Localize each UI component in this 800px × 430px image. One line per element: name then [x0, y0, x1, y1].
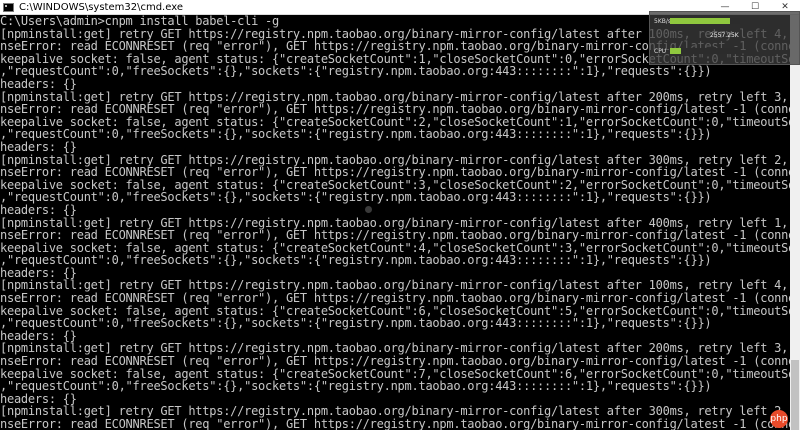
network-monitor-widget[interactable]: 5KB/s 2557.25K CPU [649, 11, 800, 65]
console-line: ,"requestCount":0,"freeSockets":{},"sock… [0, 379, 712, 394]
console-line: headers: {} [0, 202, 77, 217]
vertical-scrollbar[interactable] [790, 15, 800, 430]
scrollbar-thumb[interactable] [791, 360, 799, 430]
console-line: headers: {} [0, 139, 77, 154]
console-line: ,"requestCount":0,"freeSockets":{},"sock… [0, 127, 712, 142]
cpu-label: CPU [654, 47, 667, 55]
cpu-meter-fill [670, 48, 681, 54]
watermark-logo: php [770, 410, 788, 428]
window-title: C:\WINDOWS\system32\cmd.exe [19, 1, 183, 13]
console-line: ,"requestCount":0,"freeSockets":{},"sock… [0, 64, 712, 79]
cmd-icon [3, 2, 14, 12]
mouse-cursor [365, 206, 372, 213]
console-line: ,"requestCount":0,"freeSockets":{},"sock… [0, 190, 712, 205]
net-label: 5KB/s [654, 17, 672, 25]
console-line: nseError: read ECONNRESET (req "error"),… [0, 102, 790, 117]
console-line: nseError: read ECONNRESET (req "error"),… [0, 417, 790, 430]
cpu-row: CPU [654, 46, 799, 56]
console-line: nseError: read ECONNRESET (req "error"),… [0, 291, 790, 306]
console-line: headers: {} [0, 76, 77, 91]
console-output[interactable]: C:\Users\admin>cnpm install babel-cli -g… [0, 15, 790, 430]
net-speed-value: 2557.25K [710, 31, 739, 39]
console-line: nseError: read ECONNRESET (req "error"),… [0, 228, 790, 243]
console-line: ,"requestCount":0,"freeSockets":{},"sock… [0, 253, 712, 268]
console-line: ,"requestCount":0,"freeSockets":{},"sock… [0, 316, 712, 331]
console-line: nseError: read ECONNRESET (req "error"),… [0, 354, 790, 369]
console-line: nseError: read ECONNRESET (req "error"),… [0, 165, 790, 180]
net-row: 5KB/s [654, 16, 799, 26]
net-meter-fill [670, 18, 730, 24]
net-speed-row: 2557.25K [654, 30, 799, 40]
cpu-meter [670, 48, 740, 54]
net-meter [670, 18, 740, 24]
